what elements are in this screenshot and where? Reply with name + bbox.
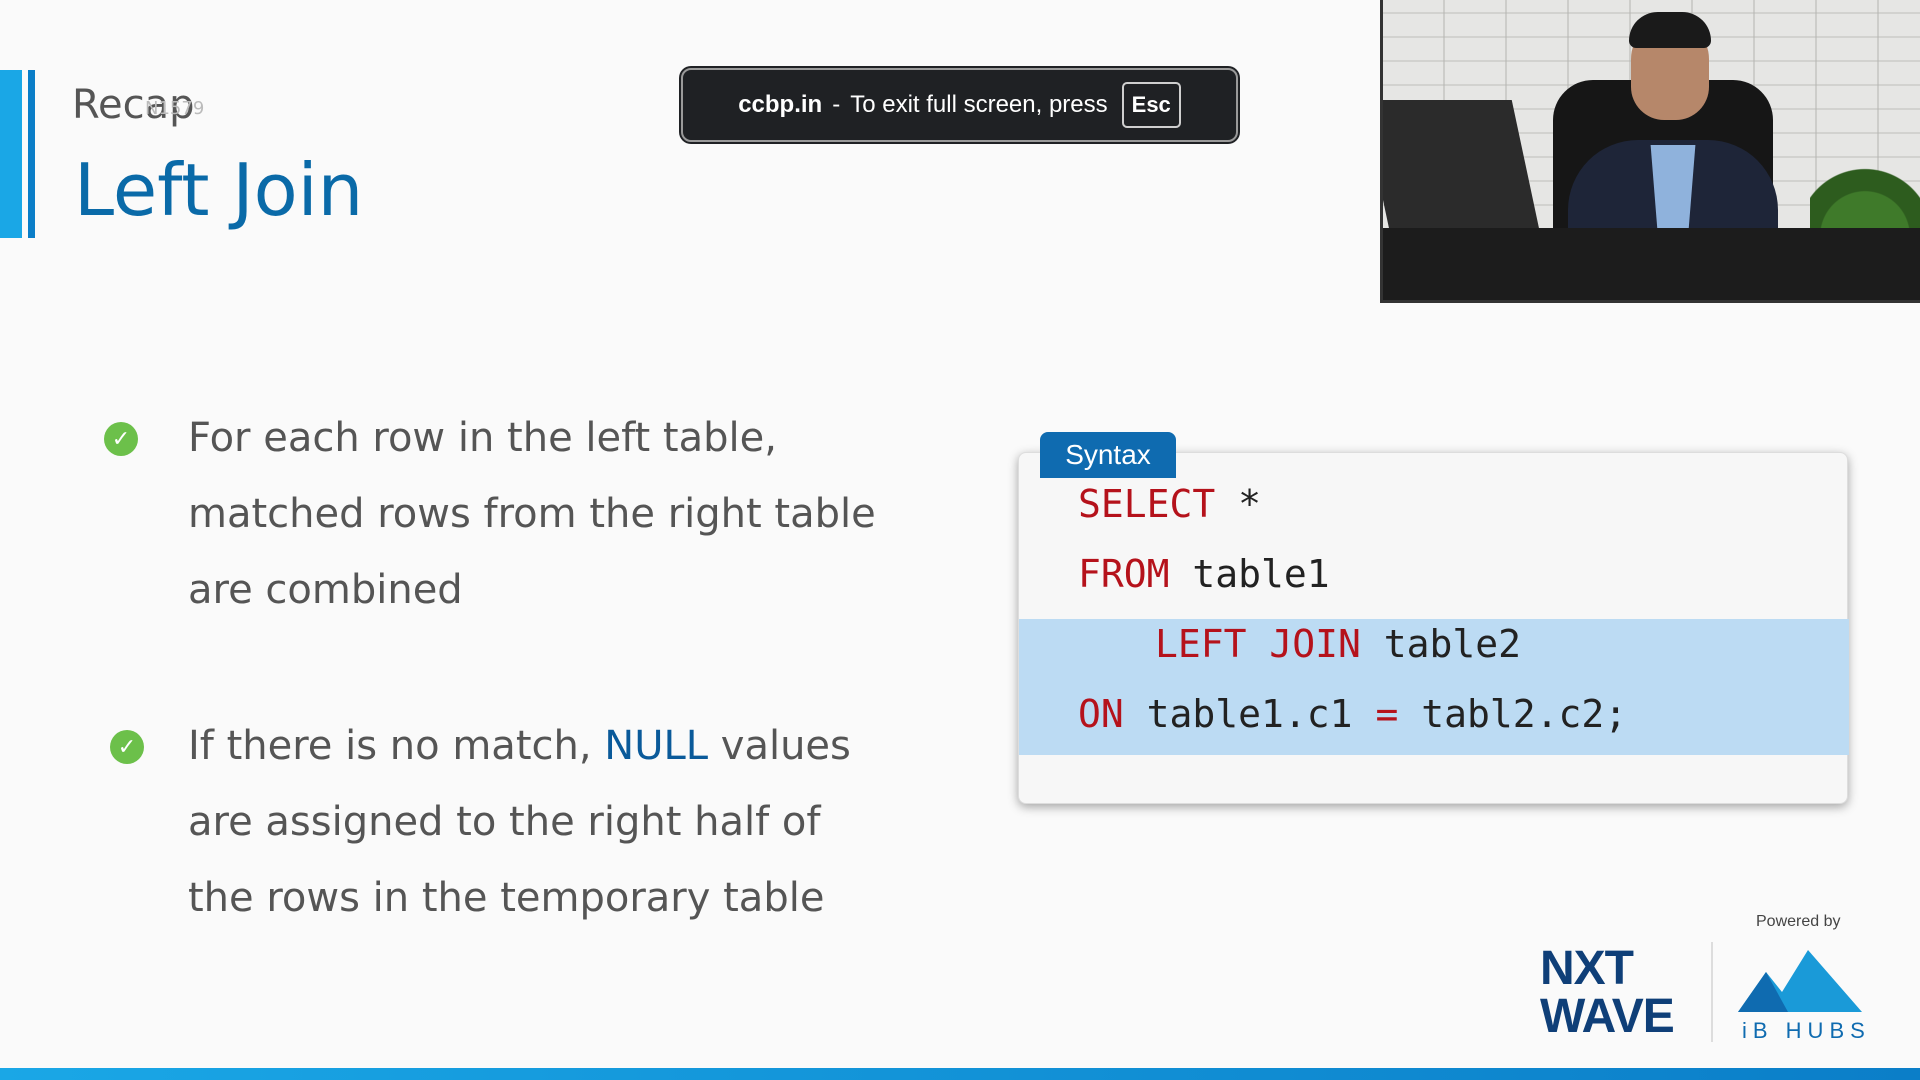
esc-key-badge[interactable]: Esc xyxy=(1121,82,1181,128)
bullet-text: If there is no match, NULL values are as… xyxy=(188,708,1008,936)
bullet-text-part: values xyxy=(708,723,851,769)
fullscreen-toast: ccbp.in - To exit full screen, press Esc xyxy=(681,68,1238,142)
toast-message: To exit full screen, press xyxy=(850,91,1108,118)
syntax-tab-label: Syntax xyxy=(1040,432,1176,478)
accent-bar-thin xyxy=(28,70,35,238)
toast-separator: - xyxy=(832,91,841,118)
accent-bar xyxy=(0,70,22,238)
code-line: LEFT JOIN table2 xyxy=(1155,622,1522,666)
presenter-webcam xyxy=(1380,0,1920,303)
check-circle-icon: ✓ xyxy=(110,730,144,764)
powered-by-label: Powered by xyxy=(1756,913,1841,930)
watermark-text: N1579 xyxy=(145,98,205,119)
bullet-line: For each row in the left table, xyxy=(188,415,777,461)
bottom-accent-bar xyxy=(0,1068,1920,1080)
nxtwave-logo: NXT WAVE xyxy=(1540,942,1675,1043)
toast-domain: ccbp.in xyxy=(738,91,823,118)
bullet-line: matched rows from the right table xyxy=(188,491,876,537)
bullet-line: the rows in the temporary table xyxy=(188,875,825,921)
check-circle-icon: ✓ xyxy=(104,422,138,456)
code-line: SELECT * xyxy=(1078,482,1262,526)
bullet-line: If there is no match, NULL values xyxy=(188,708,1008,784)
null-keyword: NULL xyxy=(604,723,709,769)
bullet-line: are assigned to the right half of xyxy=(188,799,821,845)
bullet-line: are combined xyxy=(188,567,463,613)
slide-title: Left Join xyxy=(74,148,364,232)
bullet-text-part: If there is no match, xyxy=(188,723,605,769)
code-line: ON table1.c1 = tabl2.c2; xyxy=(1078,692,1628,736)
bullet-text: For each row in the left table, matched … xyxy=(188,400,1008,628)
code-line: FROM table1 xyxy=(1078,552,1330,596)
logo-divider xyxy=(1711,942,1713,1042)
ibhubs-logo-text: iB HUBS xyxy=(1742,1018,1871,1043)
ibhubs-mountain-icon xyxy=(1738,950,1862,1012)
